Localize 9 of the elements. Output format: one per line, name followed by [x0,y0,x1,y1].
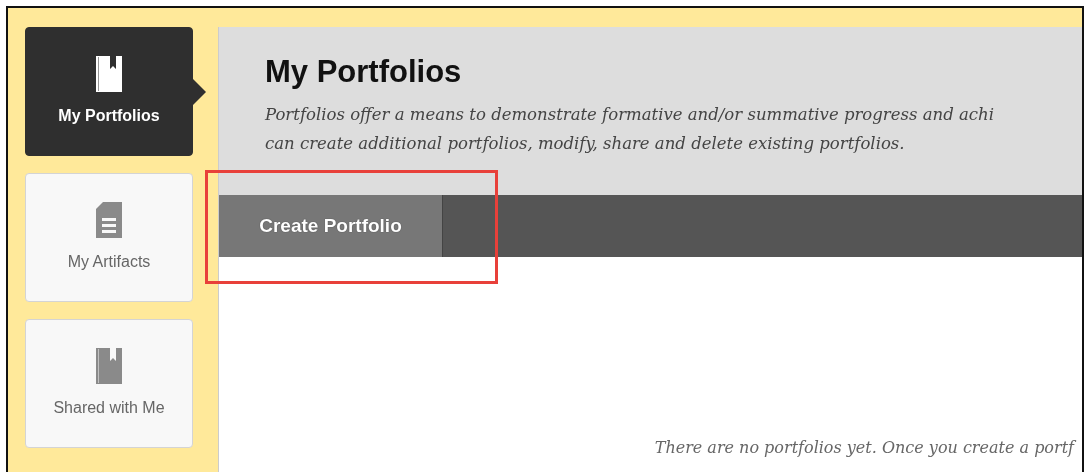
document-icon [96,201,122,238]
page-description: Portfolios offer a means to demonstrate formative and/or summative progress and achi can create additional portfolios, modify, share and delete existing portfolios. [265,104,995,156]
create-button[interactable]: Create Portfolio [219,195,443,257]
sidebar-item[interactable]: My Artifacts [25,173,193,302]
page-title: My Portfolios [265,53,463,91]
empty-message: There are no portfolios yet. Once you create a portf [654,437,1074,459]
sidebar-item[interactable]: Shared with Me [25,319,193,448]
book-icon [96,55,122,92]
book-icon [96,347,122,384]
